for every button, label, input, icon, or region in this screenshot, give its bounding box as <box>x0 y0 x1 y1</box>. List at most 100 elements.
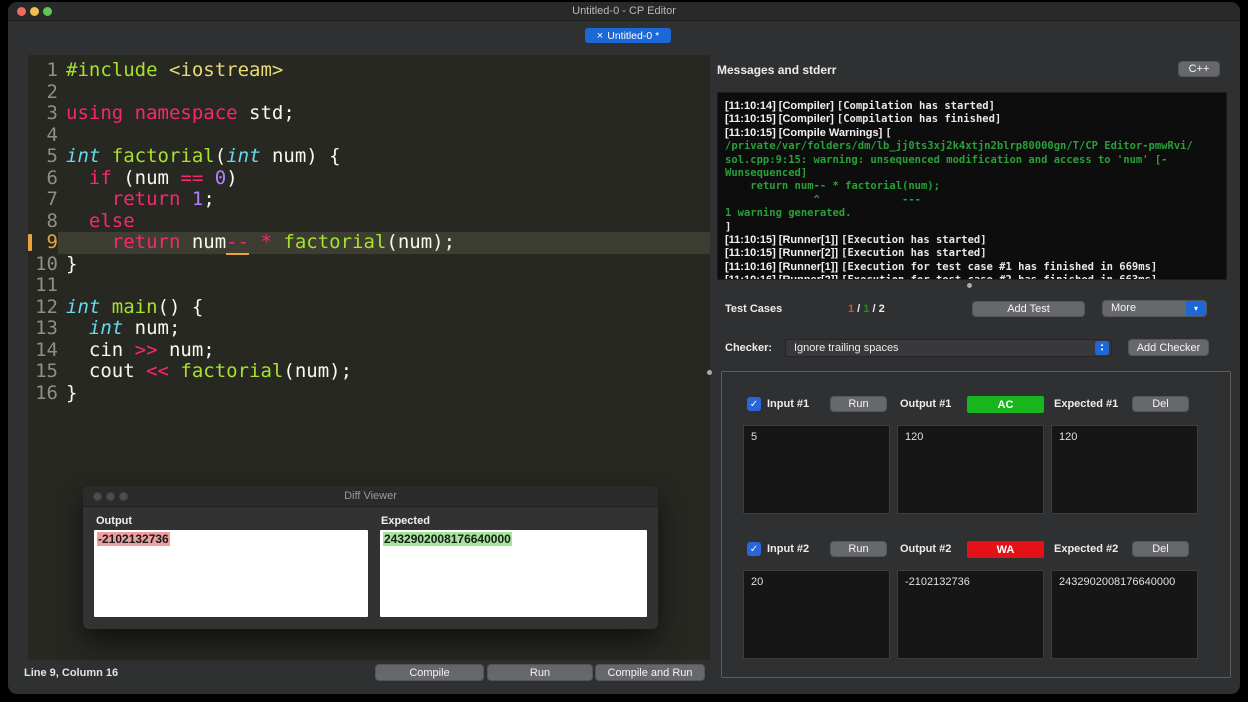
code-line: 12 int main() { <box>28 295 710 319</box>
line-number: 9 <box>46 231 58 253</box>
testcase-input-label: Input #2 <box>767 543 810 555</box>
line-number: 11 <box>35 274 58 296</box>
log-line: Wunsequenced] <box>725 167 808 180</box>
code-text: if (num == 0) <box>88 166 238 189</box>
code-text: int main() { <box>66 295 204 318</box>
testcase-expected-label: Expected #1 <box>1054 398 1119 410</box>
log-line: ^ --- <box>725 193 921 206</box>
code-line: 8 else <box>28 209 710 233</box>
line-number: 10 <box>35 252 58 275</box>
log-line: sol.cpp:9:15: warning: unsequenced modif… <box>725 153 1168 166</box>
testcase-input-field[interactable]: 5 <box>743 425 890 514</box>
code-line: 10} <box>28 252 710 276</box>
testcases-title: Test Cases <box>725 303 783 315</box>
checker-select[interactable]: Ignore trailing spaces ▴ ▾ <box>785 339 1112 357</box>
testcase-input-field[interactable]: 20 <box>743 570 890 659</box>
testcase-checkbox[interactable]: ✓ <box>747 397 761 411</box>
line-number: 16 <box>35 381 58 404</box>
line-number: 4 <box>46 123 58 146</box>
testcase-header: ✓ Input #1 Run Output #1 AC Expected #1 Del <box>722 396 1230 413</box>
delete-testcase-button[interactable]: Del <box>1132 396 1189 412</box>
testcase-2: ✓ Input #2 Run Output #2 WA Expected #2 Del 20-… <box>722 541 1230 676</box>
testcase-output-label: Output #2 <box>900 543 952 555</box>
code-text: #include <iostream> <box>66 59 284 81</box>
window-title: Untitled-0 - CP Editor <box>572 5 676 17</box>
line-number: 6 <box>46 166 58 189</box>
compiler-log[interactable]: [11:10:14] [Compiler] [Compilation has s… <box>717 92 1227 280</box>
code-text: return num-- * factorial(num); <box>58 231 710 255</box>
diff-added-text: 2432902008176640000 <box>383 532 512 546</box>
line-number: 1 <box>46 59 58 81</box>
add-test-button[interactable]: Add Test <box>972 301 1085 317</box>
log-line: [11:10:16] [Runner[2]] [Execution for te… <box>725 273 1219 279</box>
screen: Untitled-0 - CP Editor × Untitled-0 * 1 #… <box>0 0 1248 702</box>
code-text: return 1; <box>111 188 215 210</box>
diff-output-label: Output <box>96 515 133 527</box>
line-number: 15 <box>35 360 58 382</box>
more-menu-button[interactable]: More ▾ <box>1102 300 1207 317</box>
code-line: 14 cin >> num; <box>28 338 710 362</box>
line-number: 14 <box>35 338 58 361</box>
testcase-output-field[interactable]: 120 <box>897 425 1044 514</box>
log-line: [11:10:15] [Runner[1]] [Execution has st… <box>725 234 987 247</box>
testcase-output-label: Output #1 <box>900 398 952 410</box>
line-number: 13 <box>35 317 58 339</box>
code-lines: 1 #include <iostream> 2 3 using namespace st… <box>28 59 710 404</box>
log-line: [11:10:15] [Runner[2]] [Execution has st… <box>725 247 987 260</box>
run-button[interactable]: Run <box>487 664 593 681</box>
testcase-output-field[interactable]: -2102132736 <box>897 570 1044 659</box>
code-text: cout << factorial(num); <box>66 360 353 382</box>
code-text: } <box>66 381 78 404</box>
line-number: 5 <box>46 145 58 167</box>
code-line: 11 <box>28 274 710 297</box>
code-line: 5 int factorial(int num) { <box>28 145 710 168</box>
run-testcase-button[interactable]: Run <box>830 396 887 412</box>
add-checker-button[interactable]: Add Checker <box>1128 339 1209 356</box>
chevron-down-icon: ▾ <box>1186 301 1206 316</box>
titlebar: Untitled-0 - CP Editor <box>8 2 1240 21</box>
messages-panel-title: Messages and stderr <box>717 63 837 77</box>
vertical-splitter-handle[interactable] <box>707 370 712 375</box>
verdict-badge: WA <box>967 541 1044 558</box>
code-text: int factorial(int num) { <box>66 145 341 167</box>
testcases-scroll-area[interactable]: ✓ Input #1 Run Output #1 AC Expected #1 Del 5 12… <box>721 371 1231 678</box>
log-line: [11:10:14] [Compiler] [Compilation has s… <box>725 100 995 112</box>
code-text: using namespace std; <box>66 102 295 124</box>
compile-and-run-button[interactable]: Compile and Run <box>595 664 705 681</box>
code-text: else <box>88 209 135 232</box>
run-testcase-button[interactable]: Run <box>830 541 887 557</box>
line-number: 3 <box>46 102 58 124</box>
log-line: [11:10:15] [Compile Warnings] [ <box>725 126 892 139</box>
testcase-checkbox[interactable]: ✓ <box>747 542 761 556</box>
testcase-header: ✓ Input #2 Run Output #2 WA Expected #2 Del <box>722 541 1230 558</box>
code-line: 1 #include <iostream> <box>28 59 710 82</box>
delete-testcase-button[interactable]: Del <box>1132 541 1189 557</box>
compile-button[interactable]: Compile <box>375 664 484 681</box>
code-line: 2 <box>28 81 710 104</box>
code-line: 7 return 1; <box>28 188 710 211</box>
select-stepper-icon: ▴ ▾ <box>1095 341 1109 355</box>
horizontal-splitter-handle[interactable] <box>967 283 972 288</box>
log-line: return num-- * factorial(num); <box>725 180 940 193</box>
code-text: cin >> num; <box>66 338 215 361</box>
code-line: 9 return num-- * factorial(num); <box>28 231 710 255</box>
diff-removed-text: -2102132736 <box>97 532 170 546</box>
line-number: 8 <box>46 209 58 232</box>
tab-untitled-0[interactable]: × Untitled-0 * <box>585 28 671 43</box>
cursor-position-status: Line 9, Column 16 <box>24 667 119 679</box>
diff-viewer-window: Diff Viewer Output Expected -2102132736 … <box>83 486 658 629</box>
testcase-expected-field[interactable]: 120 <box>1051 425 1198 514</box>
tab-close-icon[interactable]: × <box>597 30 603 41</box>
log-line: 1 warning generated. <box>725 207 852 220</box>
tab-label: Untitled-0 * <box>607 29 660 42</box>
language-badge-button[interactable]: C++ <box>1178 61 1220 77</box>
code-text: int num; <box>88 317 181 339</box>
diff-expected-pane: 2432902008176640000 <box>380 530 647 617</box>
log-line: /private/var/folders/dm/lb_jj0ts3xj2k4xt… <box>725 140 1193 153</box>
checker-label: Checker: <box>725 342 773 354</box>
testcase-expected-field[interactable]: 2432902008176640000 <box>1051 570 1198 659</box>
log-line: [11:10:16] [Runner[1]] [Execution for te… <box>725 260 1158 273</box>
